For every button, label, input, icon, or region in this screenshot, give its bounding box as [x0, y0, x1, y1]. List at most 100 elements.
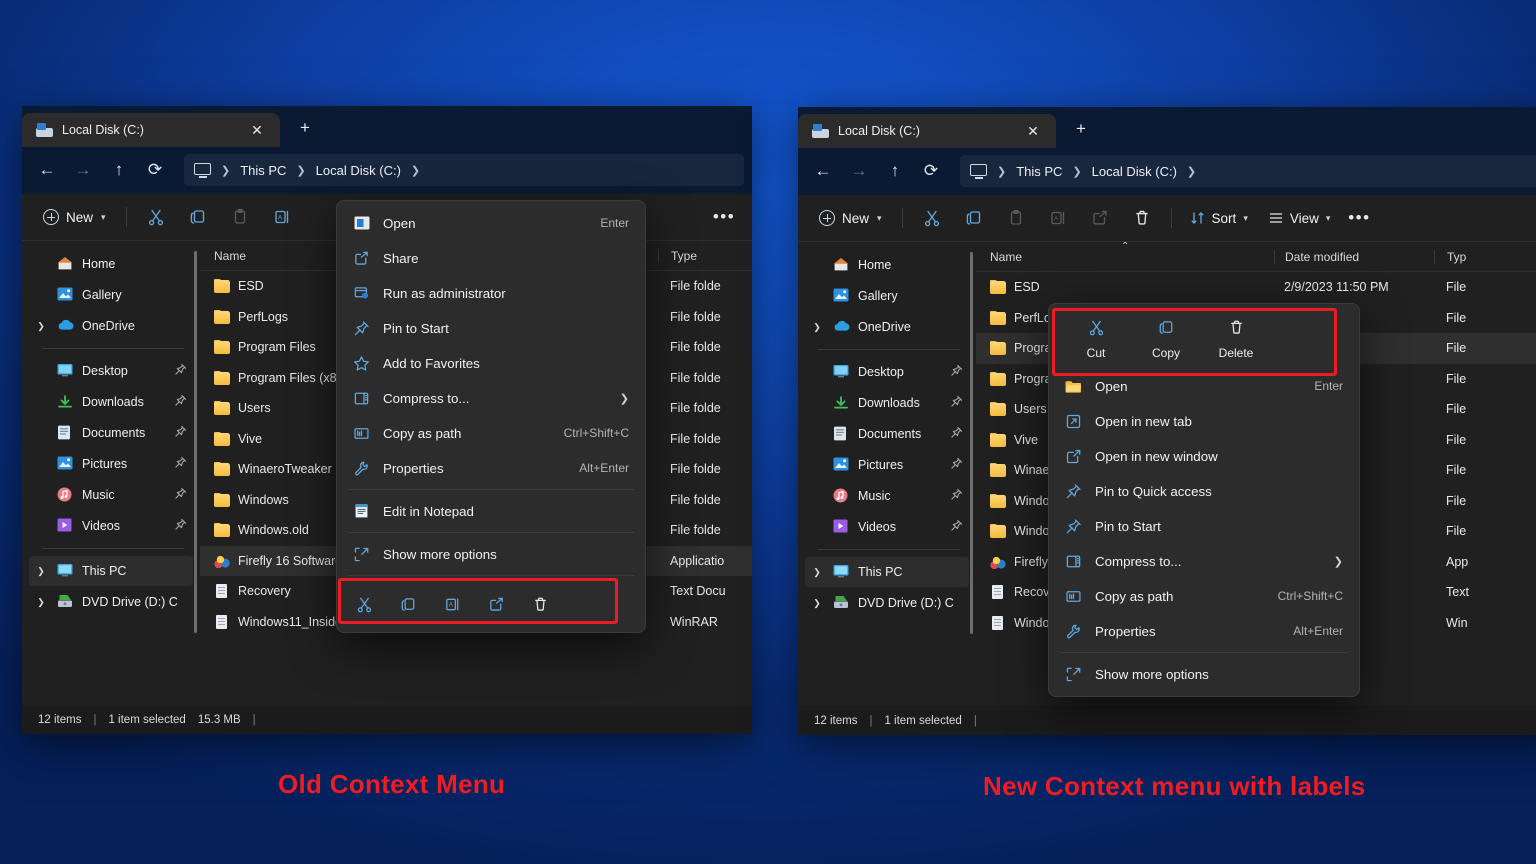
- sidebar-item-home[interactable]: Home: [29, 249, 193, 279]
- breadcrumb-local-disk[interactable]: Local Disk (C:): [1087, 164, 1182, 179]
- sidebar-item-dvd-drive-d-c[interactable]: ❯ DVD Drive (D:) C: [805, 588, 969, 618]
- column-header-type[interactable]: Typ: [1434, 249, 1536, 264]
- pin-icon[interactable]: [174, 363, 188, 379]
- cut-icon[interactable]: [136, 201, 176, 234]
- pin-icon[interactable]: [174, 394, 188, 410]
- sidebar-item-desktop[interactable]: Desktop: [805, 357, 969, 387]
- sidebar-item-documents[interactable]: Documents: [29, 418, 193, 448]
- new-button[interactable]: New ▾: [808, 202, 893, 234]
- rename-icon[interactable]: A: [262, 201, 302, 234]
- sidebar-item-videos[interactable]: Videos: [29, 511, 193, 541]
- sidebar-item-gallery[interactable]: Gallery: [29, 280, 193, 310]
- more-options-icon[interactable]: •••: [706, 201, 742, 234]
- column-header-name[interactable]: Name ⌃: [976, 242, 1274, 264]
- chevron-right-icon[interactable]: ❯: [33, 321, 49, 332]
- sidebar-item-onedrive[interactable]: ❯ OneDrive: [805, 312, 969, 342]
- sidebar-scrollbar[interactable]: [194, 251, 197, 633]
- sidebar-item-this-pc[interactable]: ❯ This PC: [29, 556, 193, 586]
- table-row[interactable]: ESD 2/9/2023 11:50 PM File: [976, 272, 1536, 303]
- sidebar-item-pictures[interactable]: Pictures: [805, 450, 969, 480]
- plus-icon[interactable]: +: [1066, 114, 1096, 144]
- strip-button-cut[interactable]: Cut: [1065, 316, 1127, 360]
- sidebar-item-downloads[interactable]: Downloads: [805, 388, 969, 418]
- plus-icon[interactable]: +: [290, 113, 320, 143]
- breadcrumb-this-pc[interactable]: This PC: [235, 163, 291, 178]
- pin-icon[interactable]: [174, 518, 188, 534]
- menu-item-edit-in-notepad[interactable]: Edit in Notepad: [341, 494, 641, 528]
- menu-item-compress-to[interactable]: Compress to... ❯: [1053, 544, 1355, 578]
- column-header-date[interactable]: Date modified: [1274, 249, 1434, 264]
- strip-button-delete[interactable]: Delete: [1205, 316, 1267, 360]
- arrow-right-icon[interactable]: →: [66, 153, 100, 187]
- column-header-type[interactable]: Type: [658, 248, 752, 263]
- pin-icon[interactable]: [950, 457, 964, 473]
- close-icon[interactable]: ✕: [244, 117, 270, 143]
- sidebar-item-gallery[interactable]: Gallery: [805, 281, 969, 311]
- menu-item-copy-as-path[interactable]: Copy as path Ctrl+Shift+C: [341, 416, 641, 450]
- breadcrumb[interactable]: ❯ This PC ❯ Local Disk (C:) ❯: [184, 154, 744, 186]
- sidebar-item-this-pc[interactable]: ❯ This PC: [805, 557, 969, 587]
- share-icon[interactable]: [1080, 202, 1120, 235]
- menu-item-copy-as-path[interactable]: Copy as path Ctrl+Shift+C: [1053, 579, 1355, 613]
- menu-item-open[interactable]: Open Enter: [341, 206, 641, 240]
- delete-icon[interactable]: [519, 586, 561, 622]
- arrow-up-icon[interactable]: ↑: [102, 153, 136, 187]
- pin-icon[interactable]: [174, 487, 188, 503]
- cut-icon[interactable]: [912, 202, 952, 235]
- menu-item-pin-to-quick-access[interactable]: Pin to Quick access: [1053, 474, 1355, 508]
- sidebar-scrollbar[interactable]: [970, 252, 973, 634]
- tab-local-disk-c-right[interactable]: Local Disk (C:) ✕: [798, 114, 1056, 148]
- menu-item-show-more-options[interactable]: Show more options: [341, 537, 641, 571]
- menu-item-show-more-options[interactable]: Show more options: [1053, 657, 1355, 691]
- sidebar-item-onedrive[interactable]: ❯ OneDrive: [29, 311, 193, 341]
- delete-icon[interactable]: [1122, 202, 1162, 235]
- chevron-right-icon[interactable]: ❯: [809, 322, 825, 333]
- sidebar-item-videos[interactable]: Videos: [805, 512, 969, 542]
- menu-item-add-to-favorites[interactable]: Add to Favorites: [341, 346, 641, 380]
- arrow-up-icon[interactable]: ↑: [878, 154, 912, 188]
- menu-item-open-in-new-tab[interactable]: Open in new tab: [1053, 404, 1355, 438]
- arrow-left-icon[interactable]: ←: [806, 154, 840, 188]
- menu-item-pin-to-start[interactable]: Pin to Start: [341, 311, 641, 345]
- view-button[interactable]: View ▾: [1259, 202, 1340, 234]
- menu-item-properties[interactable]: Properties Alt+Enter: [1053, 614, 1355, 648]
- copy-icon[interactable]: [387, 586, 429, 622]
- refresh-icon[interactable]: ⟳: [914, 154, 948, 188]
- menu-item-open[interactable]: Open Enter: [1053, 369, 1355, 403]
- sidebar-item-dvd-drive-d-c[interactable]: ❯ DVD Drive (D:) C: [29, 587, 193, 617]
- strip-button-copy[interactable]: Copy: [1135, 316, 1197, 360]
- sidebar-item-pictures[interactable]: Pictures: [29, 449, 193, 479]
- refresh-icon[interactable]: ⟳: [138, 153, 172, 187]
- pin-icon[interactable]: [174, 425, 188, 441]
- pin-icon[interactable]: [950, 364, 964, 380]
- arrow-right-icon[interactable]: →: [842, 154, 876, 188]
- rename-icon[interactable]: A: [1038, 202, 1078, 235]
- pin-icon[interactable]: [950, 519, 964, 535]
- breadcrumb[interactable]: ❯ This PC ❯ Local Disk (C:) ❯: [960, 155, 1536, 187]
- menu-item-share[interactable]: Share: [341, 241, 641, 275]
- menu-item-open-in-new-window[interactable]: Open in new window: [1053, 439, 1355, 473]
- new-button[interactable]: New ▾: [32, 201, 117, 233]
- pin-icon[interactable]: [950, 395, 964, 411]
- menu-item-run-as-administrator[interactable]: Run as administrator: [341, 276, 641, 310]
- sidebar-item-music[interactable]: Music: [805, 481, 969, 511]
- rename-icon[interactable]: A: [431, 586, 473, 622]
- cut-icon[interactable]: [343, 586, 385, 622]
- paste-icon[interactable]: [220, 201, 260, 234]
- sidebar-item-documents[interactable]: Documents: [805, 419, 969, 449]
- chevron-right-icon[interactable]: ❯: [809, 598, 825, 609]
- copy-icon[interactable]: [954, 202, 994, 235]
- close-icon[interactable]: ✕: [1020, 118, 1046, 144]
- arrow-left-icon[interactable]: ←: [30, 153, 64, 187]
- sidebar-item-music[interactable]: Music: [29, 480, 193, 510]
- chevron-right-icon[interactable]: ❯: [33, 566, 49, 577]
- more-options-icon[interactable]: •••: [1341, 202, 1377, 235]
- paste-icon[interactable]: [996, 202, 1036, 235]
- pin-icon[interactable]: [174, 456, 188, 472]
- sort-button[interactable]: Sort ▾: [1181, 202, 1257, 234]
- sidebar-item-home[interactable]: Home: [805, 250, 969, 280]
- pin-icon[interactable]: [950, 488, 964, 504]
- sidebar-item-downloads[interactable]: Downloads: [29, 387, 193, 417]
- menu-item-properties[interactable]: Properties Alt+Enter: [341, 451, 641, 485]
- sidebar-item-desktop[interactable]: Desktop: [29, 356, 193, 386]
